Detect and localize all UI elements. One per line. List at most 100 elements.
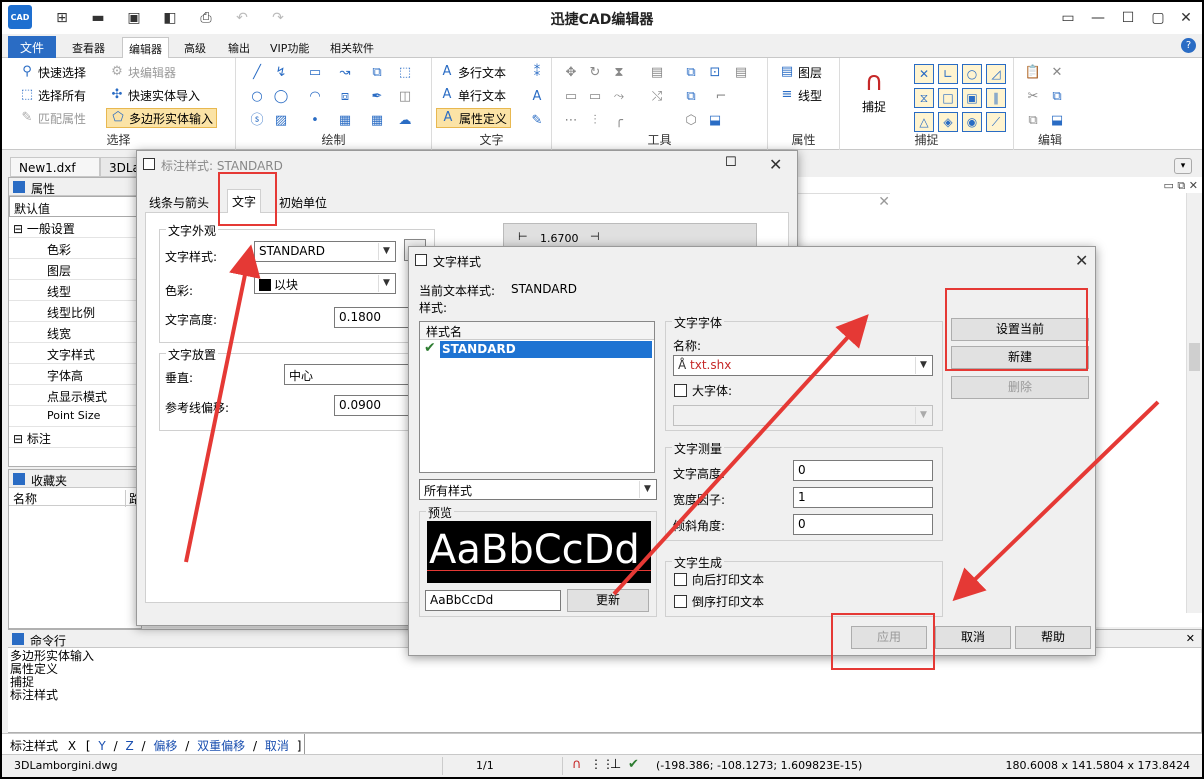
rectangle-icon[interactable]: ▭ <box>306 64 324 82</box>
prop-linetype[interactable]: 线型 <box>9 280 141 301</box>
quick-select-button[interactable]: ⚲ 快速选择 <box>16 62 89 82</box>
dim-close-icon[interactable]: ✕ <box>769 155 782 174</box>
snap-square-icon[interactable]: □ <box>938 88 958 108</box>
linetype-button[interactable]: ≡ 线型 <box>776 85 825 105</box>
dim-maximize-icon[interactable]: ☐ <box>725 155 737 170</box>
delete-icon[interactable]: ✕ <box>1048 64 1066 82</box>
color-select[interactable]: 以块 ▼ <box>254 273 396 294</box>
attdef-button[interactable]: A 属性定义 <box>436 108 512 128</box>
command-line[interactable]: 标注样式 X [ Y / Z / 偏移 / 双重偏移 / 取消 ] <box>2 733 1202 754</box>
quick-entity-import-button[interactable]: ✣ 快速实体导入 <box>106 85 203 105</box>
cmd-option[interactable]: X <box>68 739 76 753</box>
snap-quadrant-icon[interactable]: ◈ <box>938 112 958 132</box>
mirror-icon[interactable]: ⧗ <box>610 64 628 82</box>
baseline-offset-input[interactable]: 0.0900 <box>334 395 414 416</box>
offset-icon[interactable]: ⧈ <box>336 88 354 106</box>
general-section[interactable]: ⊟ 一般设置 <box>9 217 141 238</box>
move-icon[interactable]: ✥ <box>562 64 580 82</box>
cmd-input[interactable] <box>304 734 1200 754</box>
canvas-restore-icon[interactable]: ⧉ <box>1177 179 1185 192</box>
style-filter-select[interactable]: 所有样式 ▼ <box>419 479 657 500</box>
status-snap-icon[interactable]: ∩ <box>572 757 582 772</box>
snap-endpoint-icon[interactable]: ✕ <box>914 64 934 84</box>
copy-icon[interactable]: ⧉ <box>682 64 700 82</box>
transform-icon[interactable]: ⬚ <box>396 64 414 82</box>
snap-tangent-icon[interactable]: ◿ <box>986 64 1006 84</box>
layer-button[interactable]: ▤ 图层 <box>776 62 825 82</box>
stretch-icon[interactable]: ▭ <box>562 88 580 106</box>
spiral-icon[interactable]: ⓢ <box>248 112 266 130</box>
prop-lineweight[interactable]: 线宽 <box>9 322 141 343</box>
dim-section[interactable]: ⊟ 标注 <box>9 427 141 448</box>
trim-icon[interactable]: ▭ <box>586 88 604 106</box>
cmd-option[interactable]: 取消 <box>265 739 289 753</box>
help-icon[interactable]: ? <box>1181 38 1196 53</box>
text-height-input[interactable]: 0.1800 <box>334 307 414 328</box>
cmd-option[interactable]: Y <box>98 739 105 753</box>
cut-icon[interactable]: ✂ <box>1024 88 1042 106</box>
text-edit-icon[interactable]: ✎ <box>528 112 546 130</box>
tab-primary-units[interactable]: 初始单位 <box>279 194 327 211</box>
hatch-icon[interactable]: ▨ <box>272 112 290 130</box>
tab-output[interactable]: 输出 <box>222 37 256 58</box>
prop-color[interactable]: 色彩 <box>9 238 141 259</box>
tab-editor[interactable]: 编辑器 <box>122 37 169 58</box>
select-all-button[interactable]: ⬚ 选择所有 <box>16 85 89 105</box>
group-icon[interactable]: ⬡ <box>682 112 700 130</box>
width-factor-input[interactable]: 1 <box>793 487 933 508</box>
line-icon[interactable]: ╱ <box>248 64 266 82</box>
text-num-icon[interactable]: ⁑ <box>528 64 546 82</box>
style-row-standard[interactable]: ✔ STANDARD <box>422 340 652 358</box>
bigfont-select[interactable]: ▼ <box>673 405 933 426</box>
paste-block-icon[interactable]: ⬓ <box>1048 112 1066 130</box>
status-lineweight-icon[interactable]: ✔ <box>628 757 639 772</box>
tab-vip[interactable]: VIP功能 <box>264 37 315 58</box>
delete-style-button[interactable]: 删除 <box>951 376 1089 399</box>
prop-point-size[interactable]: Point Size <box>9 406 141 427</box>
preview-text-input[interactable]: AaBbCcDd <box>425 590 561 611</box>
canvas-vscrollbar[interactable] <box>1186 193 1202 613</box>
bigfont-checkbox[interactable] <box>674 384 687 397</box>
cloud-icon[interactable]: ☁ <box>396 112 414 130</box>
help-button[interactable]: 帮助 <box>1015 626 1091 649</box>
font-name-select[interactable]: Å txt.shx ▼ <box>673 355 933 376</box>
style-height-input[interactable]: 0 <box>793 460 933 481</box>
mtext-button[interactable]: A 多行文本 <box>436 62 509 82</box>
cmd-option[interactable]: 偏移 <box>153 739 177 753</box>
cmd-option[interactable]: 双重偏移 <box>197 739 245 753</box>
tab-file[interactable]: 文件 <box>8 36 57 58</box>
explode-icon[interactable]: ▤ <box>732 64 750 82</box>
favorites-col-name[interactable]: 名称 <box>13 490 37 507</box>
feedback-icon[interactable]: ▭ <box>1058 8 1078 28</box>
text-style-close-icon[interactable]: ✕ <box>1075 251 1088 270</box>
polyline-icon[interactable]: ↯ <box>272 64 290 82</box>
scroll-thumb[interactable] <box>1189 343 1200 371</box>
snap-center-icon[interactable]: ○ <box>962 64 982 84</box>
snap-big-button[interactable]: ∩ 捕捉 <box>854 66 894 126</box>
prop-font-height[interactable]: 字体高 <box>9 364 141 385</box>
restore-icon[interactable]: ▢ <box>1148 8 1168 28</box>
tab-viewer[interactable]: 查看器 <box>66 37 111 58</box>
circle2-icon[interactable]: ◯ <box>272 88 290 106</box>
tab-related[interactable]: 相关软件 <box>324 37 380 58</box>
pen-icon[interactable]: ✒ <box>368 88 386 106</box>
close-icon[interactable]: ✕ <box>1176 8 1196 28</box>
break-icon[interactable]: ⤭ <box>648 88 666 106</box>
canvas-minimize-icon[interactable]: ▭ <box>1164 179 1174 192</box>
new-style-button[interactable]: 新建 <box>951 346 1089 369</box>
circle-icon[interactable]: ○ <box>248 88 266 106</box>
prop-layer[interactable]: 图层 <box>9 259 141 280</box>
join-icon[interactable]: ⧉ <box>682 88 700 106</box>
prop-text-style[interactable]: 文字样式 <box>9 343 141 364</box>
maximize-icon[interactable]: ☐ <box>1118 8 1138 28</box>
copy-clip-icon[interactable]: ⧉ <box>1048 88 1066 106</box>
polygon-entity-input-button[interactable]: ⬠ 多边形实体输入 <box>106 108 218 128</box>
oblique-angle-input[interactable]: 0 <box>793 514 933 535</box>
chamfer-icon[interactable]: ⌐ <box>712 88 730 106</box>
paste-icon[interactable]: 📋 <box>1024 64 1042 82</box>
snap-node-icon[interactable]: ▣ <box>962 88 982 108</box>
image-icon[interactable]: ▦ <box>336 112 354 130</box>
snap-perpendicular-icon[interactable]: ∟ <box>938 64 958 84</box>
fillet-icon[interactable]: ╭ <box>610 112 628 130</box>
point-icon[interactable]: • <box>306 112 324 130</box>
